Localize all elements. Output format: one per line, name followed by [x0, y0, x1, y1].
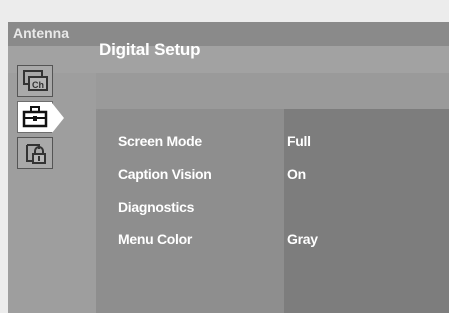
lock-menu-button[interactable]	[17, 137, 53, 169]
channel-menu-button[interactable]: Ch	[17, 65, 53, 97]
title-bar-label: Antenna	[13, 25, 69, 41]
menu-item-menu-color[interactable]: Menu Color	[118, 231, 192, 247]
header-band	[8, 46, 449, 73]
channel-icon-text: Ch	[32, 80, 44, 90]
menu-value-screen-mode: Full	[287, 133, 311, 149]
channel-icon: Ch	[23, 70, 48, 91]
menu-value-menu-color: Gray	[287, 231, 318, 247]
title-bar: Antenna	[8, 22, 449, 46]
menu-value-caption-vision: On	[287, 166, 306, 182]
menu-item-diagnostics[interactable]: Diagnostics	[118, 199, 194, 215]
tv-osd-menu: Antenna	[8, 22, 449, 313]
setup-menu-button[interactable]	[17, 101, 53, 133]
page-title: Digital Setup	[99, 40, 201, 59]
menu-item-caption-vision[interactable]: Caption Vision	[118, 166, 212, 182]
lock-icon	[26, 144, 46, 164]
active-item-pointer	[52, 103, 64, 133]
menu-item-screen-mode[interactable]: Screen Mode	[118, 133, 202, 149]
toolbox-icon	[22, 106, 48, 128]
